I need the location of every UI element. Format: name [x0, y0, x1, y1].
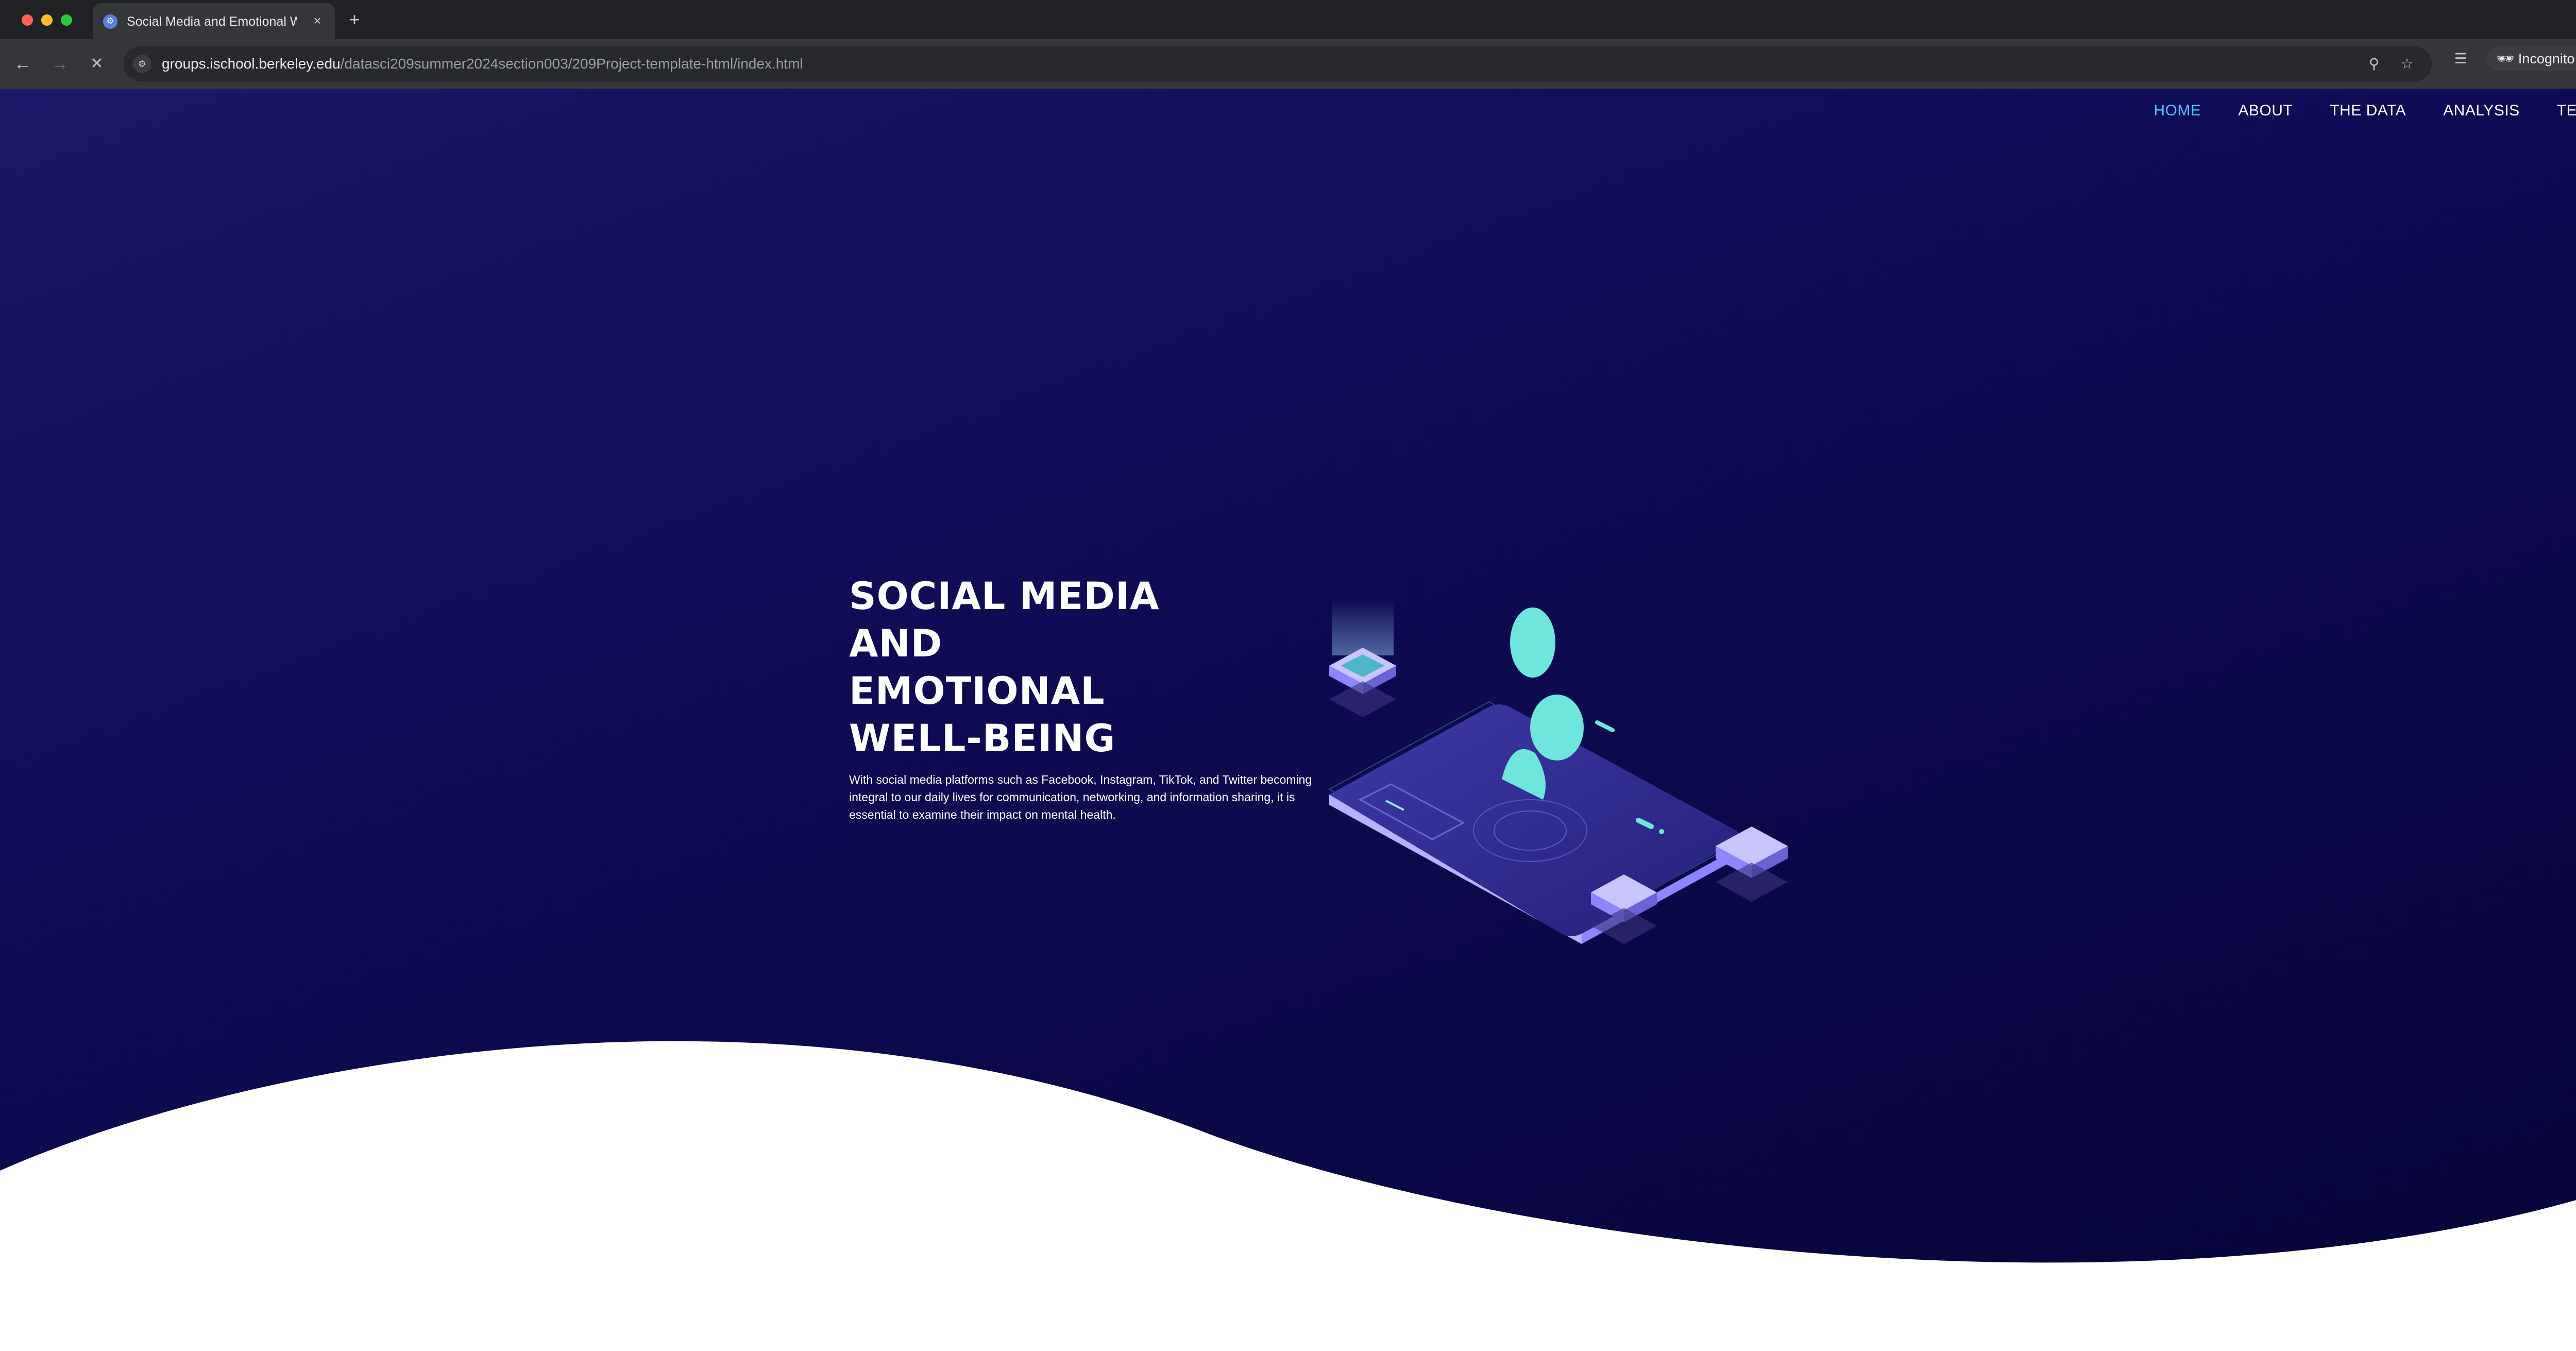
close-window-button[interactable] [22, 14, 33, 26]
address-bar[interactable]: ⚙ groups.ischool.berkeley.edu/datasci209… [124, 46, 2432, 81]
hero-title: SOCIAL MEDIA AND EMOTIONAL WELL-BEING [849, 573, 1210, 763]
site-info-icon[interactable]: ⚙ [133, 55, 151, 73]
nav-analysis[interactable]: ANALYSIS [2443, 102, 2520, 120]
nav-team[interactable]: TEAM [2557, 102, 2576, 120]
url-path: /datasci209summer2024section003/209Proje… [340, 56, 803, 72]
favicon-icon: ⚙ [103, 14, 117, 29]
browser-toolbar: ← → ✕ ⚙ groups.ischool.berkeley.edu/data… [0, 39, 2576, 89]
close-tab-icon[interactable]: × [309, 12, 326, 29]
new-tab-icon[interactable]: + [344, 10, 365, 31]
back-arrow-icon[interactable]: ← [10, 52, 35, 76]
minimize-window-button[interactable] [41, 14, 53, 26]
hero-title-line: AND [849, 622, 943, 666]
browser-tab-active[interactable]: ⚙ Social Media and Emotional Well-being … [93, 3, 335, 39]
nav-about[interactable]: ABOUT [2238, 102, 2293, 120]
hero-title-line: SOCIAL MEDIA [849, 575, 1160, 618]
url-text[interactable]: groups.ischool.berkeley.edu/datasci209su… [162, 56, 803, 72]
forward-arrow-icon[interactable]: → [47, 52, 72, 76]
page-viewport: HOME ABOUT THE DATA ANALYSIS TEAM SOCIAL… [0, 89, 2576, 1351]
incognito-label: Incognito [2518, 51, 2575, 66]
maximize-window-button[interactable] [61, 14, 72, 26]
phone-illustration [1328, 599, 1788, 944]
hero-description: With social media platforms such as Face… [849, 773, 1312, 821]
wave-divider [0, 1041, 2576, 1351]
incognito-badge[interactable]: 🕶 Incognito [2486, 46, 2576, 71]
zoom-icon[interactable]: ⚲ [2364, 54, 2384, 74]
tab-title: Social Media and Emotional Well-being [127, 14, 297, 29]
hero-title-line: EMOTIONAL [849, 669, 1105, 713]
reading-list-icon[interactable]: ☰ [2448, 46, 2473, 71]
bookmark-star-icon[interactable]: ☆ [2397, 54, 2417, 74]
nav-the-data[interactable]: THE DATA [2330, 102, 2406, 120]
incognito-icon: 🕶 [2497, 51, 2515, 66]
url-host: groups.ischool.berkeley.edu [162, 56, 341, 72]
hero-title-line: WELL-BEING [849, 717, 1116, 761]
browser-tab-bar: ⚙ Social Media and Emotional Well-being … [0, 0, 2576, 39]
nav-home[interactable]: HOME [2154, 102, 2201, 120]
stop-loading-icon[interactable]: ✕ [84, 52, 109, 76]
main-nav: HOME ABOUT THE DATA ANALYSIS TEAM [2116, 102, 2576, 120]
